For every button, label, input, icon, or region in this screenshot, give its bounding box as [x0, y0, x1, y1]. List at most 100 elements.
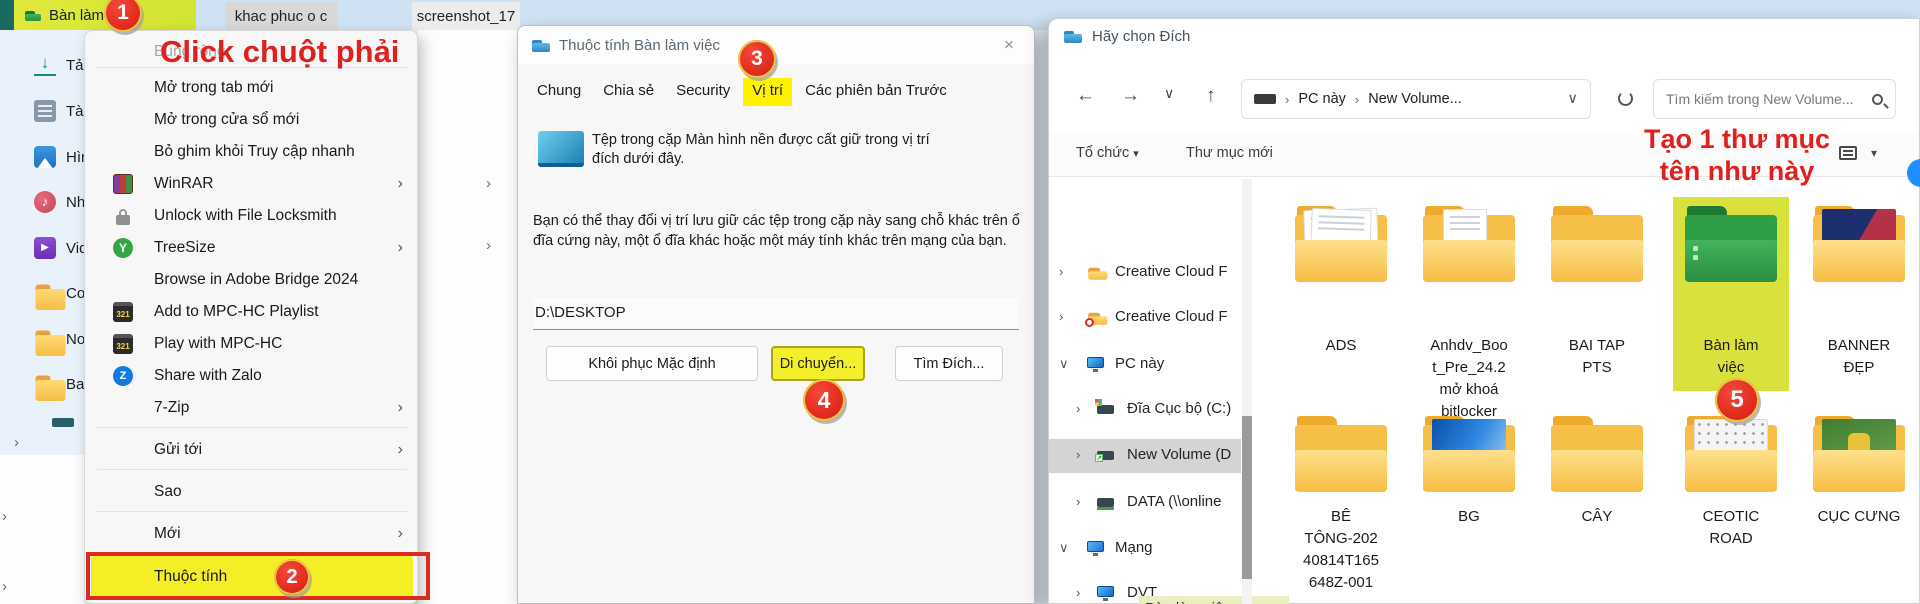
menu-item-label: Mới: [154, 525, 181, 543]
button-di-chuy-n-[interactable]: Di chuyển...: [771, 346, 865, 381]
organize-button[interactable]: Tổ chức ▾: [1076, 145, 1139, 161]
menu-item-treesize[interactable]: YTreeSize›: [91, 233, 413, 263]
network-drive-icon: [1097, 495, 1115, 510]
menu-item-label: Play with MPC-HC: [154, 335, 282, 353]
menu-item-label: Add to MPC-HC Playlist: [154, 303, 319, 321]
breadcrumb-pc[interactable]: PC này: [1298, 91, 1346, 107]
tree-scrollbar[interactable]: [1242, 179, 1252, 604]
tree-item-pc-n-y[interactable]: ∨PC này: [1049, 348, 1241, 382]
dialog-tab-chia-s-[interactable]: Chia sẻ: [594, 78, 663, 106]
chevron-right-icon[interactable]: ›: [1059, 264, 1063, 279]
folder-label: BÊ TÔNG-202 40814T165 648Z-001: [1279, 506, 1403, 594]
submenu-arrow-icon: ›: [398, 441, 403, 459]
dialog-tab-chung[interactable]: Chung: [528, 78, 590, 106]
folder-icon-anhdv-boo[interactable]: [1423, 206, 1515, 282]
menu-item-winrar[interactable]: WinRAR›: [91, 169, 413, 199]
chevron-down-icon[interactable]: ∨: [1059, 540, 1069, 556]
blue-folder-icon: [531, 37, 551, 54]
submenu-arrow-icon: ›: [398, 239, 403, 257]
location-path-input[interactable]: D:\DESKTOP: [533, 298, 1019, 330]
chevron-right-icon[interactable]: ›: [486, 175, 491, 192]
breadcrumb-separator: ›: [1355, 92, 1359, 107]
folder-icon-bai-tap[interactable]: [1551, 206, 1643, 282]
folder-icon-ceotic[interactable]: [1685, 416, 1777, 492]
back-icon[interactable]: ←: [1076, 85, 1095, 107]
dialog-tab-v-tr-[interactable]: Vị trí: [743, 78, 792, 106]
folder-label: BAI TAP PTS: [1535, 335, 1659, 379]
view-dropdown-icon[interactable]: ▾: [1871, 146, 1877, 160]
network-icon: [1087, 541, 1105, 556]
menu-item-g-i-t-i[interactable]: Gửi tới›: [91, 435, 413, 465]
dialog-title-bar: Thuộc tính Bàn làm việc: [518, 26, 1034, 64]
menu-item-share-with-zalo[interactable]: ZShare with Zalo: [91, 361, 413, 391]
tab-screenshot[interactable]: screenshot_17: [412, 2, 520, 30]
folder-icon-cục-cưng[interactable]: [1813, 416, 1905, 492]
menu-item-m-i[interactable]: Mới ›: [91, 519, 413, 549]
address-dropdown-icon[interactable]: ∨: [1567, 91, 1578, 107]
tree-item-new-volume-d[interactable]: ›↗New Volume (D: [1049, 439, 1241, 473]
menu-item-label: Bỏ ghim khỏi Truy cập nhanh: [154, 143, 355, 161]
chevron-right-icon[interactable]: ›: [1076, 585, 1080, 600]
folder-icon-ads[interactable]: [1295, 206, 1387, 282]
folder-icon: [34, 328, 56, 350]
menu-item-browse-in-adobe-bridge-2024[interactable]: Browse in Adobe Bridge 2024: [91, 265, 413, 295]
chevron-right-icon[interactable]: ›: [2, 508, 7, 525]
tree-item-label: DATA (\\online: [1127, 493, 1221, 510]
folder-icon-bê[interactable]: [1295, 416, 1387, 492]
tree-item-m-ng[interactable]: ∨Mạng: [1049, 532, 1241, 566]
tree-item--a-c-c-b-c-[interactable]: ›Đĩa Cục bộ (C:): [1049, 393, 1241, 427]
menu-separator: [97, 511, 407, 512]
tree-item-creative-cloud-f[interactable]: ›Creative Cloud F: [1049, 256, 1241, 290]
menu-item-sao[interactable]: Sao: [91, 477, 413, 507]
menu-item-add-to-mpc-hc-playlist[interactable]: 321Add to MPC-HC Playlist: [91, 297, 413, 327]
menu-item-label: WinRAR: [154, 175, 213, 193]
button-kh-i-ph-c-m-c-nh[interactable]: Khôi phục Mặc định: [546, 346, 758, 381]
music-icon: ♪: [34, 191, 56, 213]
tree-item-partial[interactable]: Bàn làm việc: [1139, 596, 1289, 604]
chevron-right-icon[interactable]: ›: [2, 578, 7, 595]
chevron-down-icon[interactable]: ∨: [1164, 85, 1174, 102]
tree-item-creative-cloud-f[interactable]: ›Creative Cloud F: [1049, 301, 1241, 335]
location-body-text: Bạn có thể thay đổi vị trí lưu giữ các t…: [533, 211, 1021, 251]
annotation-click-right: Click chuột phải: [160, 34, 399, 70]
window-corner-fragment: [0, 0, 14, 30]
folder-icon-bàn-làm[interactable]: [1685, 206, 1777, 282]
chevron-right-icon[interactable]: ›: [1076, 401, 1080, 416]
menu-separator: [97, 427, 407, 428]
menu-item-m-trong-c-a-s-m-i[interactable]: Mở trong cửa sổ mới: [91, 105, 413, 135]
submenu-arrow-icon: ›: [398, 525, 403, 543]
new-folder-button[interactable]: Thư mục mới: [1186, 145, 1273, 161]
download-icon: ↓: [34, 54, 56, 76]
menu-item-b-ghim-kh-i-truy-c-p-nhanh[interactable]: Bỏ ghim khỏi Truy cập nhanh: [91, 137, 413, 167]
dialog-tab-security[interactable]: Security: [667, 78, 739, 106]
tab-khac-phuc[interactable]: khac phuc o c: [225, 2, 337, 30]
chevron-right-icon[interactable]: ›: [14, 434, 19, 451]
search-input[interactable]: Tìm kiếm trong New Volume...: [1653, 79, 1896, 119]
folder-icon-cây[interactable]: [1551, 416, 1643, 492]
tree-item-data-online[interactable]: › DATA (\\online: [1049, 486, 1241, 520]
folder-icon-banner[interactable]: [1813, 206, 1905, 282]
menu-item-7-zip[interactable]: 7-Zip›: [91, 393, 413, 423]
annotation-create-folder-2: tên như này: [1612, 156, 1862, 187]
address-bar[interactable]: › PC này › New Volume... ∨: [1241, 79, 1591, 119]
chevron-right-icon[interactable]: ›: [1059, 309, 1063, 324]
menu-item-play-with-mpc-hc[interactable]: 321Play with MPC-HC: [91, 329, 413, 359]
menu-item-m-trong-tab-m-i[interactable]: Mở trong tab mới: [91, 73, 413, 103]
refresh-icon[interactable]: [1618, 91, 1633, 106]
chevron-right-icon[interactable]: ›: [486, 237, 491, 254]
chevron-down-icon[interactable]: ∨: [1059, 356, 1069, 372]
location-intro-text: Tệp trong cặp Màn hình nền được cất giữ …: [592, 131, 942, 169]
dialog-tab-c-c-phi-n-b-n-tr-c[interactable]: Các phiên bản Trước: [796, 78, 956, 106]
folder-icon-bg[interactable]: [1423, 416, 1515, 492]
up-icon[interactable]: ↑: [1206, 85, 1216, 107]
menu-item-unlock-with-file-locksmith[interactable]: Unlock with File Locksmith: [91, 201, 413, 231]
treesize-icon: Y: [113, 238, 133, 258]
close-icon[interactable]: ×: [996, 32, 1022, 58]
chevron-right-icon[interactable]: ›: [1076, 494, 1080, 509]
breadcrumb-volume[interactable]: New Volume...: [1368, 91, 1462, 107]
scrollbar-thumb[interactable]: [1242, 416, 1252, 579]
dialog-title: Thuộc tính Bàn làm việc: [559, 37, 720, 54]
button-t-m-ch-[interactable]: Tìm Đích...: [895, 346, 1003, 381]
chevron-right-icon[interactable]: ›: [1076, 447, 1080, 462]
forward-icon[interactable]: →: [1121, 85, 1140, 107]
